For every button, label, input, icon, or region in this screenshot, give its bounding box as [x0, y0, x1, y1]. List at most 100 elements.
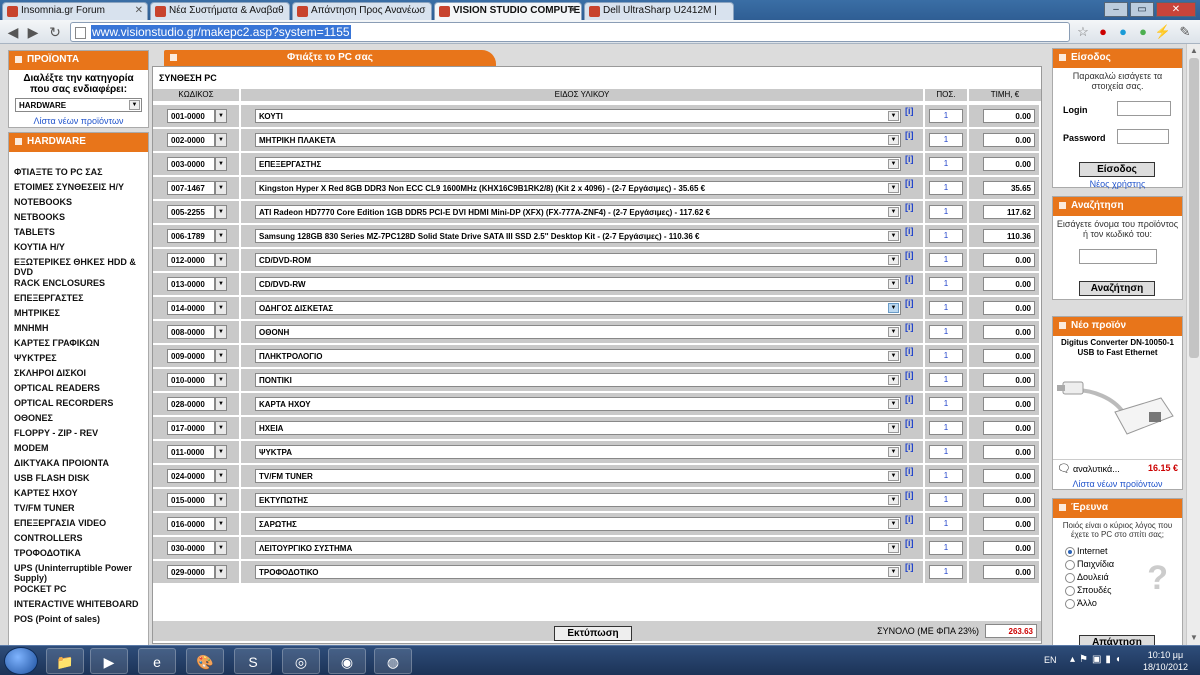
component-select[interactable]: ΛΕΙΤΟΥΡΓΙΚΟ ΣΥΣΤΗΜΑ ▼: [255, 541, 901, 555]
info-icon[interactable]: [i]: [905, 346, 914, 356]
hardware-menu-item[interactable]: USB FLASH DISK: [9, 472, 148, 487]
component-select[interactable]: CD/DVD-RW ▼: [255, 277, 901, 291]
poll-answer-button[interactable]: Απάντηση: [1079, 635, 1155, 645]
browser-tab-3[interactable]: Απάντηση Προς Ανανέωσ: [292, 2, 432, 20]
browser-tab-1[interactable]: Insomnia.gr Forum ✕: [2, 2, 148, 20]
chevron-down-icon[interactable]: ▼: [215, 205, 227, 219]
chevron-down-icon[interactable]: ▼: [888, 303, 899, 313]
code-select[interactable]: 024-0000: [167, 469, 215, 483]
chevron-down-icon[interactable]: ▼: [888, 471, 899, 481]
chrome-icon[interactable]: ◍: [374, 648, 412, 674]
quantity-input[interactable]: 1: [929, 277, 963, 291]
chevron-down-icon[interactable]: ▼: [215, 325, 227, 339]
chevron-down-icon[interactable]: ▼: [215, 229, 227, 243]
chevron-down-icon[interactable]: ▼: [888, 279, 899, 289]
chevron-down-icon[interactable]: ▼: [888, 135, 899, 145]
component-select[interactable]: ΠΛΗΚΤΡΟΛΟΓΙΟ ▼: [255, 349, 901, 363]
hardware-menu-item[interactable]: FLOPPY - ZIP - REV: [9, 427, 148, 442]
chevron-down-icon[interactable]: ▼: [888, 111, 899, 121]
code-select[interactable]: 008-0000: [167, 325, 215, 339]
chevron-down-icon[interactable]: ▼: [215, 157, 227, 171]
component-select[interactable]: ATI Radeon HD7770 Core Edition 1GB DDR5 …: [255, 205, 901, 219]
code-select[interactable]: 011-0000: [167, 445, 215, 459]
hardware-menu-item[interactable]: ΜΝΗΜΗ: [9, 322, 148, 337]
hardware-menu-item[interactable]: ΦΤΙΑΞΤΕ ΤΟ PC ΣΑΣ: [9, 166, 148, 181]
hardware-menu-item[interactable]: POS (Point of sales): [9, 613, 148, 628]
code-select[interactable]: 030-0000: [167, 541, 215, 555]
quantity-input[interactable]: 1: [929, 253, 963, 267]
start-button[interactable]: [4, 647, 38, 675]
hardware-menu-item[interactable]: INTERACTIVE WHITEBOARD: [9, 598, 148, 613]
quantity-input[interactable]: 1: [929, 373, 963, 387]
quantity-input[interactable]: 1: [929, 205, 963, 219]
chevron-down-icon[interactable]: ▼: [215, 373, 227, 387]
component-select[interactable]: ΚΟΥΤΙ ▼: [255, 109, 901, 123]
code-select[interactable]: 006-1789: [167, 229, 215, 243]
code-select[interactable]: 013-0000: [167, 277, 215, 291]
quantity-input[interactable]: 1: [929, 157, 963, 171]
chevron-down-icon[interactable]: ▼: [888, 375, 899, 385]
wrench-icon[interactable]: ✎: [1176, 23, 1194, 41]
language-indicator[interactable]: EN: [1044, 655, 1057, 665]
quantity-input[interactable]: 1: [929, 493, 963, 507]
component-select[interactable]: ΜΗΤΡΙΚΗ ΠΛΑΚΕΤΑ ▼: [255, 133, 901, 147]
skype-taskbar-icon[interactable]: S: [234, 648, 272, 674]
chevron-down-icon[interactable]: ▼: [888, 567, 899, 577]
new-products-link-right[interactable]: Λίστα νέων προϊόντων: [1053, 479, 1182, 489]
search-input[interactable]: [1079, 249, 1157, 264]
info-icon[interactable]: [i]: [905, 154, 914, 164]
usb-adapter-image[interactable]: [1053, 360, 1182, 452]
maximize-icon[interactable]: ▭: [1130, 2, 1154, 17]
login-button[interactable]: Είσοδος: [1079, 162, 1155, 177]
component-select[interactable]: ΚΑΡΤΑ ΗΧΟΥ ▼: [255, 397, 901, 411]
info-icon[interactable]: [i]: [905, 178, 914, 188]
chevron-down-icon[interactable]: ▼: [888, 231, 899, 241]
close-tab-icon[interactable]: ✕: [135, 5, 143, 16]
hardware-menu-item[interactable]: OPTICAL READERS: [9, 382, 148, 397]
clock[interactable]: 10:10 μμ 18/10/2012: [1143, 649, 1188, 673]
internet-explorer-icon[interactable]: e: [138, 648, 176, 674]
hardware-menu-item[interactable]: MODEM: [9, 442, 148, 457]
chevron-down-icon[interactable]: ▼: [215, 397, 227, 411]
hardware-menu-item[interactable]: TV/FM TUNER: [9, 502, 148, 517]
info-icon[interactable]: [i]: [905, 274, 914, 284]
component-select[interactable]: Samsung 128GB 830 Series MZ-7PC128D Soli…: [255, 229, 901, 243]
hardware-menu-item[interactable]: ΕΠΕΞΕΡΓΑΣΤΕΣ: [9, 292, 148, 307]
close-tab-icon[interactable]: ✕: [569, 5, 577, 16]
hardware-menu-item[interactable]: ΤΡΟΦΟΔΟΤΙΚΑ: [9, 547, 148, 562]
chevron-down-icon[interactable]: ▼: [215, 541, 227, 555]
chevron-down-icon[interactable]: ▼: [888, 423, 899, 433]
hardware-menu-item[interactable]: ΟΘΟΝΕΣ: [9, 412, 148, 427]
hardware-menu-item[interactable]: OPTICAL RECORDERS: [9, 397, 148, 412]
chevron-down-icon[interactable]: ▼: [215, 517, 227, 531]
chevron-down-icon[interactable]: ▼: [888, 447, 899, 457]
quantity-input[interactable]: 1: [929, 325, 963, 339]
chevron-down-icon[interactable]: ▼: [215, 421, 227, 435]
component-select[interactable]: ΟΔΗΓΟΣ ΔΙΣΚΕΤΑΣ ▼: [255, 301, 901, 315]
poll-option[interactable]: Άλλο: [1053, 598, 1182, 611]
hardware-menu-item[interactable]: ΚΑΡΤΕΣ ΓΡΑΦΙΚΩΝ: [9, 337, 148, 352]
component-select[interactable]: Kingston Hyper X Red 8GB DDR3 Non ECC CL…: [255, 181, 901, 195]
info-icon[interactable]: [i]: [905, 322, 914, 332]
hardware-menu-item[interactable]: POCKET PC: [9, 583, 148, 598]
chevron-down-icon[interactable]: ▼: [215, 349, 227, 363]
hardware-menu-item[interactable]: ΣΚΛΗΡΟΙ ΔΙΣΚΟΙ: [9, 367, 148, 382]
code-select[interactable]: 015-0000: [167, 493, 215, 507]
component-select[interactable]: CD/DVD-ROM ▼: [255, 253, 901, 267]
quantity-input[interactable]: 1: [929, 397, 963, 411]
info-icon[interactable]: [i]: [905, 442, 914, 452]
code-select[interactable]: 012-0000: [167, 253, 215, 267]
hardware-menu-item[interactable]: ΕΠΕΞΕΡΓΑΣΙΑ VIDEO: [9, 517, 148, 532]
minimize-icon[interactable]: –: [1104, 2, 1128, 17]
scroll-thumb[interactable]: [1189, 58, 1199, 358]
info-icon[interactable]: [i]: [905, 466, 914, 476]
code-select[interactable]: 001-0000: [167, 109, 215, 123]
hardware-menu-item[interactable]: ΚΑΡΤΕΣ ΗΧΟΥ: [9, 487, 148, 502]
hardware-menu-item[interactable]: ΕΤΟΙΜΕΣ ΣΥΝΘΕΣΕΙΣ Η/Υ: [9, 181, 148, 196]
category-select[interactable]: HARDWARE ▼: [15, 98, 142, 112]
info-icon[interactable]: [i]: [905, 562, 914, 572]
info-icon[interactable]: [i]: [905, 370, 914, 380]
info-icon[interactable]: [i]: [905, 106, 914, 116]
poll-option[interactable]: Internet: [1053, 546, 1182, 559]
quantity-input[interactable]: 1: [929, 445, 963, 459]
